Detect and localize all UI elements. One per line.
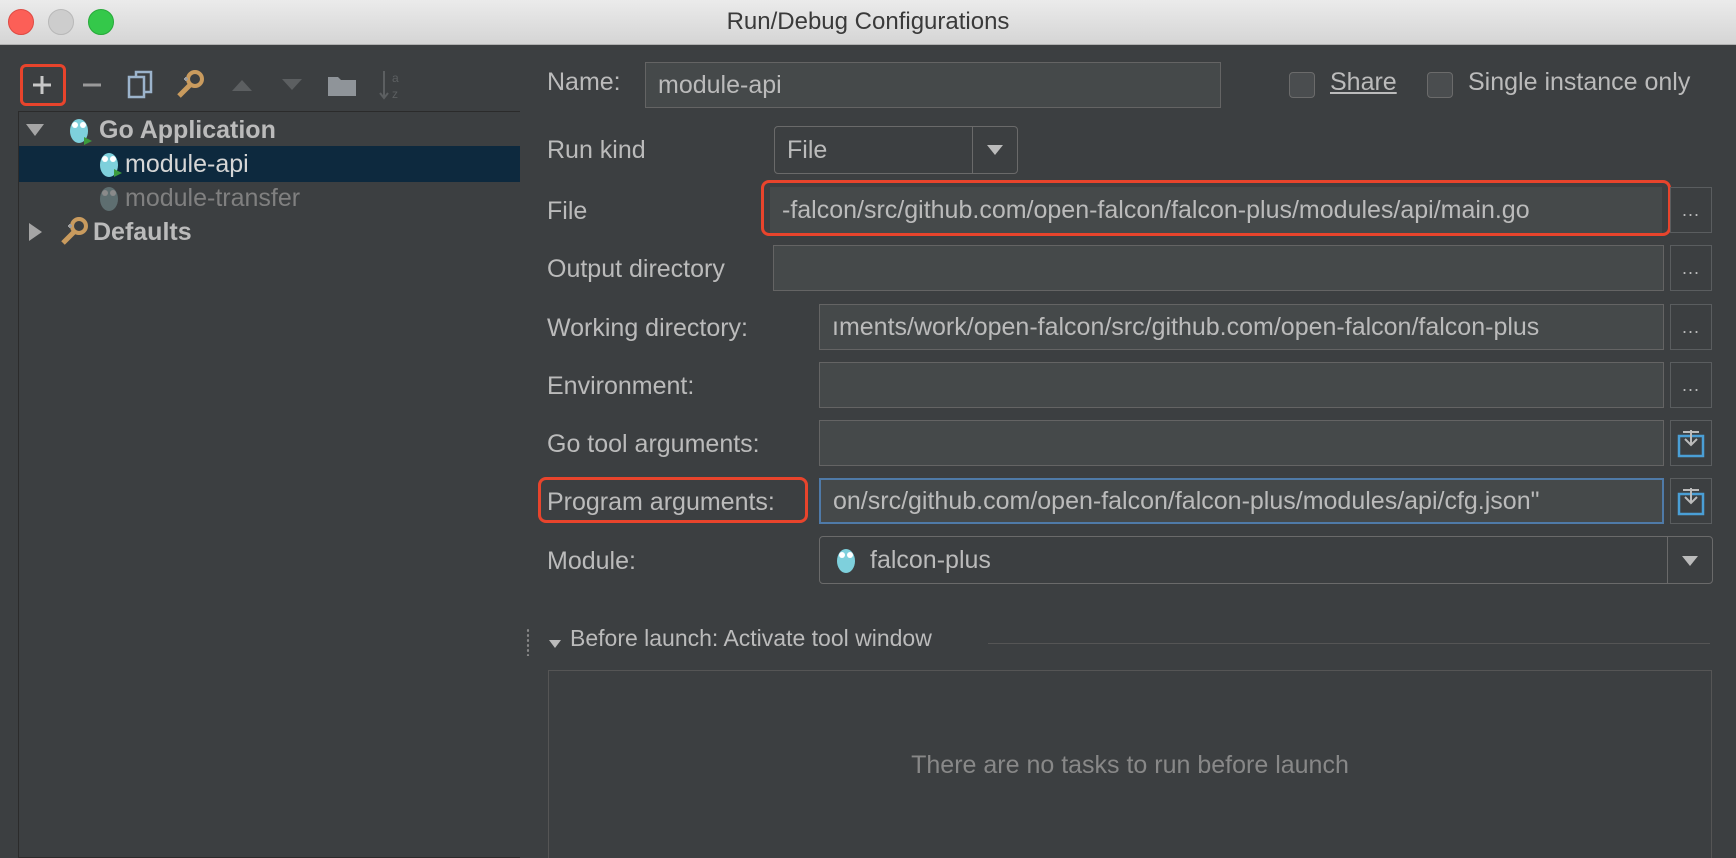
svg-text:z: z (392, 87, 398, 101)
go-tool-arguments-expand-button[interactable] (1670, 420, 1712, 466)
tree-group-label: Defaults (93, 217, 192, 246)
minus-icon (83, 83, 101, 87)
environment-browse-button[interactable]: ... (1670, 362, 1712, 408)
configurations-tree: Go Application module-api module-transfe… (18, 111, 521, 858)
collapse-section-icon[interactable] (548, 639, 562, 649)
run-kind-divider (972, 127, 973, 173)
chevron-down-icon[interactable] (1681, 555, 1699, 567)
working-directory-input[interactable]: ıments/work/open-falcon/src/github.com/o… (819, 304, 1664, 350)
program-arguments-expand-button[interactable] (1670, 478, 1712, 524)
single-instance-checkbox[interactable] (1427, 72, 1453, 98)
wrench-icon (61, 217, 88, 245)
gopher-icon (70, 119, 92, 145)
move-down-button[interactable] (272, 65, 312, 105)
sort-az-icon: az (379, 71, 399, 101)
window-title: Run/Debug Configurations (726, 8, 1010, 35)
file-highlight (761, 180, 1671, 236)
module-select[interactable]: falcon-plus (819, 536, 1713, 584)
before-launch-separator (988, 643, 1710, 644)
output-directory-input[interactable] (773, 245, 1664, 291)
svg-text:a: a (392, 71, 399, 85)
module-divider (1667, 537, 1668, 583)
sort-button[interactable]: az (372, 65, 412, 105)
program-arguments-label: Program arguments: (547, 488, 775, 516)
splitter-grip[interactable] (526, 628, 530, 656)
share-label-text: Share (1330, 68, 1397, 96)
panel-splitter[interactable] (520, 45, 524, 858)
gopher-disabled-icon (100, 187, 118, 211)
create-folder-button[interactable] (322, 65, 362, 105)
copy-configuration-button[interactable] (120, 65, 160, 105)
expand-field-icon (1677, 488, 1705, 516)
empty-tasks-text: There are no tasks to run before launch (911, 751, 1349, 779)
before-launch-title[interactable]: Before launch: Activate tool window (570, 625, 932, 652)
add-configuration-button[interactable] (22, 65, 62, 105)
working-directory-label: Working directory: (547, 314, 748, 342)
run-kind-label: Run kind (547, 136, 646, 164)
plus-icon (33, 76, 51, 94)
program-arguments-input[interactable]: on/src/github.com/open-falcon/falcon-plu… (819, 478, 1664, 524)
output-directory-browse-button[interactable]: ... (1670, 245, 1712, 291)
tree-group-defaults[interactable]: Defaults (19, 214, 521, 250)
run-kind-select[interactable]: File (774, 126, 1018, 174)
before-launch-task-list[interactable]: There are no tasks to run before launch (548, 670, 1712, 858)
run-kind-value: File (787, 135, 828, 164)
environment-input[interactable] (819, 362, 1664, 408)
single-instance-label[interactable]: Single instance only (1468, 68, 1690, 97)
collapse-arrow-icon[interactable] (27, 222, 43, 242)
expand-arrow-icon[interactable] (25, 122, 45, 138)
go-tool-arguments-input[interactable] (819, 420, 1664, 466)
name-input[interactable]: module-api (645, 62, 1221, 108)
title-bar: Run/Debug Configurations (0, 0, 1736, 45)
move-up-button[interactable] (222, 65, 262, 105)
gopher-run-icon (100, 153, 122, 177)
environment-label: Environment: (547, 372, 695, 400)
module-label: Module: (547, 547, 636, 575)
output-directory-label: Output directory (547, 255, 725, 283)
tree-group-label: Go Application (99, 115, 276, 144)
arrow-up-icon (232, 80, 252, 91)
go-tool-arguments-label: Go tool arguments: (547, 430, 760, 458)
remove-configuration-button[interactable] (72, 65, 112, 105)
tree-group-go-application[interactable]: Go Application (19, 112, 521, 148)
share-checkbox[interactable] (1289, 72, 1315, 98)
gopher-icon (837, 549, 855, 573)
folder-icon (328, 77, 356, 96)
tree-item-module-api[interactable]: module-api (19, 146, 521, 182)
tree-item-label: module-api (125, 149, 249, 178)
arrow-down-icon (282, 79, 302, 90)
name-label: Name: (547, 68, 621, 96)
file-browse-button[interactable]: ... (1670, 187, 1712, 233)
wrench-icon (177, 70, 204, 98)
share-label[interactable]: Share (1330, 68, 1397, 97)
expand-field-icon (1677, 430, 1705, 458)
tree-item-module-transfer[interactable]: module-transfer (19, 180, 521, 216)
configurations-panel: az Go Application module-api module-tran… (0, 45, 521, 858)
chevron-down-icon[interactable] (986, 144, 1004, 156)
file-label: File (547, 197, 588, 225)
tree-item-label: module-transfer (125, 183, 301, 212)
edit-defaults-button[interactable] (170, 65, 210, 105)
copy-icon (127, 70, 153, 99)
module-value: falcon-plus (870, 545, 991, 574)
working-directory-browse-button[interactable]: ... (1670, 304, 1712, 350)
